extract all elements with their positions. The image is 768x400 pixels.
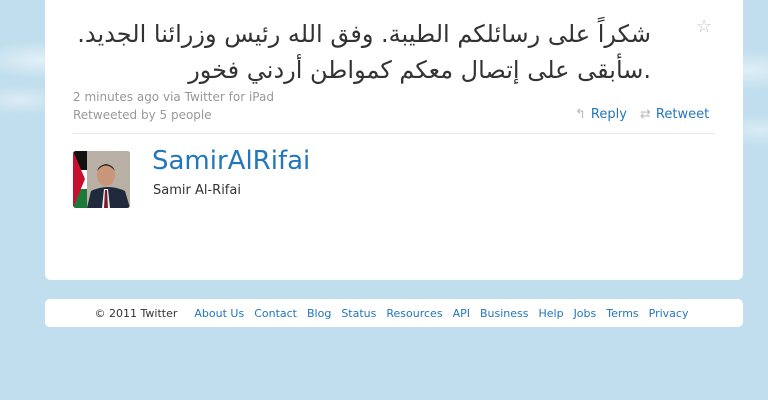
- avatar-image: [73, 151, 130, 208]
- reply-label: Reply: [590, 107, 627, 122]
- footer-link-blog[interactable]: Blog: [307, 307, 331, 320]
- client-link[interactable]: Twitter for iPad: [185, 90, 274, 104]
- tweet-meta: 2 minutes ago via Twitter for iPad: [73, 90, 274, 104]
- copyright: © 2011 Twitter: [94, 306, 178, 320]
- tweet-text-line-1: شكراً على رسائلكم الطيبة. وفق الله رئيس …: [77, 20, 651, 48]
- retweet-label: Retweet: [655, 107, 710, 122]
- footer-link-jobs[interactable]: Jobs: [574, 307, 597, 320]
- footer-link-help[interactable]: Help: [538, 307, 563, 320]
- footer-link-status[interactable]: Status: [341, 307, 376, 320]
- timestamp-link[interactable]: 2 minutes ago: [73, 90, 159, 104]
- reply-button[interactable]: ↰ Reply: [575, 107, 627, 122]
- footer-link-about[interactable]: About Us: [194, 307, 244, 320]
- footer-link-api[interactable]: API: [453, 307, 470, 320]
- footer: © 2011 Twitter About Us Contact Blog Sta…: [45, 299, 743, 327]
- avatar[interactable]: [73, 151, 130, 208]
- star-icon[interactable]: ☆: [696, 17, 716, 37]
- via-label: via: [162, 90, 181, 104]
- tweet-text-line-2: .سأبقى على إتصال معكم كمواطن أردني فخور: [188, 56, 651, 84]
- retweet-icon: ⇄: [640, 107, 651, 122]
- footer-link-contact[interactable]: Contact: [254, 307, 297, 320]
- divider: [73, 133, 715, 134]
- retweeted-by[interactable]: Retweeted by 5 people: [73, 108, 212, 122]
- retweet-button[interactable]: ⇄ Retweet: [640, 107, 709, 122]
- footer-link-privacy[interactable]: Privacy: [649, 307, 689, 320]
- tweet-card: شكراً على رسائلكم الطيبة. وفق الله رئيس …: [45, 0, 743, 280]
- footer-link-terms[interactable]: Terms: [606, 307, 638, 320]
- footer-link-business[interactable]: Business: [480, 307, 529, 320]
- footer-link-resources[interactable]: Resources: [386, 307, 442, 320]
- tweet-text: شكراً على رسائلكم الطيبة. وفق الله رئيس …: [51, 16, 651, 88]
- reply-arrow-icon: ↰: [575, 107, 586, 122]
- screen-name-link[interactable]: SamirAlRifai: [152, 146, 310, 176]
- full-name: Samir Al-Rifai: [153, 183, 241, 198]
